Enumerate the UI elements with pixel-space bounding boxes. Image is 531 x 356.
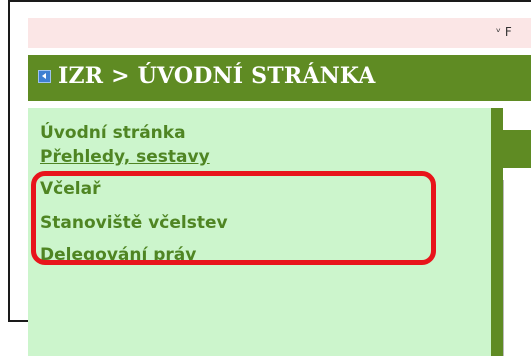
sidebar-item-uvodni-stranka[interactable]: Úvodní stránka [40,123,186,143]
page: ᵛ F IZR > ÚVODNÍ STRÁNKA Úvodní stránka … [0,0,531,356]
back-arrow-icon[interactable] [38,70,51,83]
sidebar-item-prehledy-sestavy[interactable]: Přehledy, sestavy [40,147,210,167]
frame-bottom-line [8,320,30,322]
highlight-annotation [31,171,436,265]
page-title: IZR > ÚVODNÍ STRÁNKA [58,63,376,89]
frame-left-line [8,0,10,322]
content-divider [491,108,503,356]
top-notice-strip [28,18,531,48]
frame-top-line [8,0,531,2]
content-header-block [503,130,531,168]
top-strip-partial-text: ᵛ F [496,25,512,39]
content-panel [503,180,531,356]
